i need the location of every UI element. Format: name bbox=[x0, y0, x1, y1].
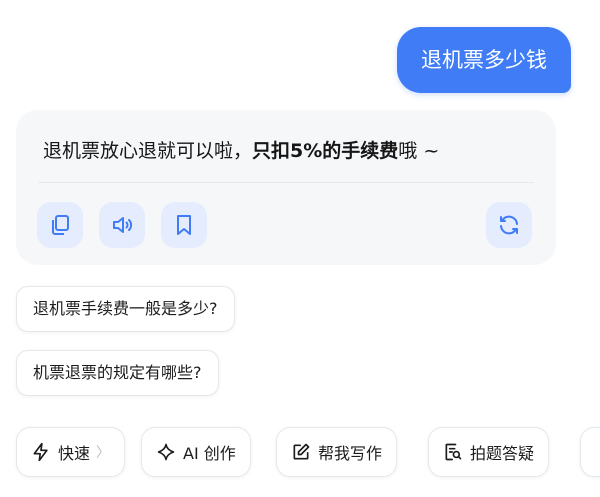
more-tools-button[interactable] bbox=[580, 427, 600, 477]
speaker-icon bbox=[113, 217, 133, 233]
ai-create-button[interactable]: AI 创作 bbox=[141, 427, 251, 477]
suggestion-chip[interactable]: 机票退票的规定有哪些? bbox=[16, 350, 219, 396]
reply-text-after: 哦 ~ bbox=[398, 140, 440, 162]
user-message-bubble: 退机票多少钱 bbox=[397, 27, 571, 93]
suggestion-label: 退机票手续费一般是多少? bbox=[33, 299, 218, 318]
ai-create-label: AI 创作 bbox=[183, 444, 236, 463]
suggestion-chip[interactable]: 退机票手续费一般是多少? bbox=[16, 286, 235, 332]
reply-divider bbox=[38, 182, 534, 183]
assistant-reply-text: 退机票放心退就可以啦，只扣5%的手续费哦 ~ bbox=[43, 136, 536, 166]
fast-mode-label: 快速 bbox=[58, 444, 91, 463]
suggestion-label: 机票退票的规定有哪些? bbox=[33, 363, 202, 382]
copy-icon bbox=[52, 215, 69, 235]
edit-icon bbox=[293, 443, 310, 460]
assistant-reply-card: 退机票放心退就可以啦，只扣5%的手续费哦 ~ bbox=[16, 110, 556, 265]
user-message-text: 退机票多少钱 bbox=[421, 48, 547, 72]
photo-question-button[interactable]: 拍题答疑 bbox=[428, 427, 550, 477]
reply-text-bold: 只扣5%的手续费 bbox=[252, 140, 399, 162]
regenerate-button[interactable] bbox=[486, 202, 532, 248]
read-aloud-button[interactable] bbox=[99, 202, 145, 248]
sparkle-icon bbox=[157, 443, 175, 461]
chevron-right-icon: 〉 bbox=[96, 445, 111, 461]
copy-button[interactable] bbox=[37, 202, 83, 248]
help-write-button[interactable]: 帮我写作 bbox=[276, 427, 398, 477]
fast-mode-button[interactable]: 快速 〉 bbox=[16, 427, 126, 477]
help-write-label: 帮我写作 bbox=[318, 444, 383, 463]
photo-question-label: 拍题答疑 bbox=[470, 444, 535, 463]
scan-question-icon bbox=[445, 443, 462, 461]
refresh-icon bbox=[500, 215, 518, 235]
lightning-icon bbox=[33, 442, 48, 462]
reply-text-before: 退机票放心退就可以啦， bbox=[43, 140, 253, 162]
bookmark-icon bbox=[177, 215, 191, 235]
bookmark-button[interactable] bbox=[161, 202, 207, 248]
